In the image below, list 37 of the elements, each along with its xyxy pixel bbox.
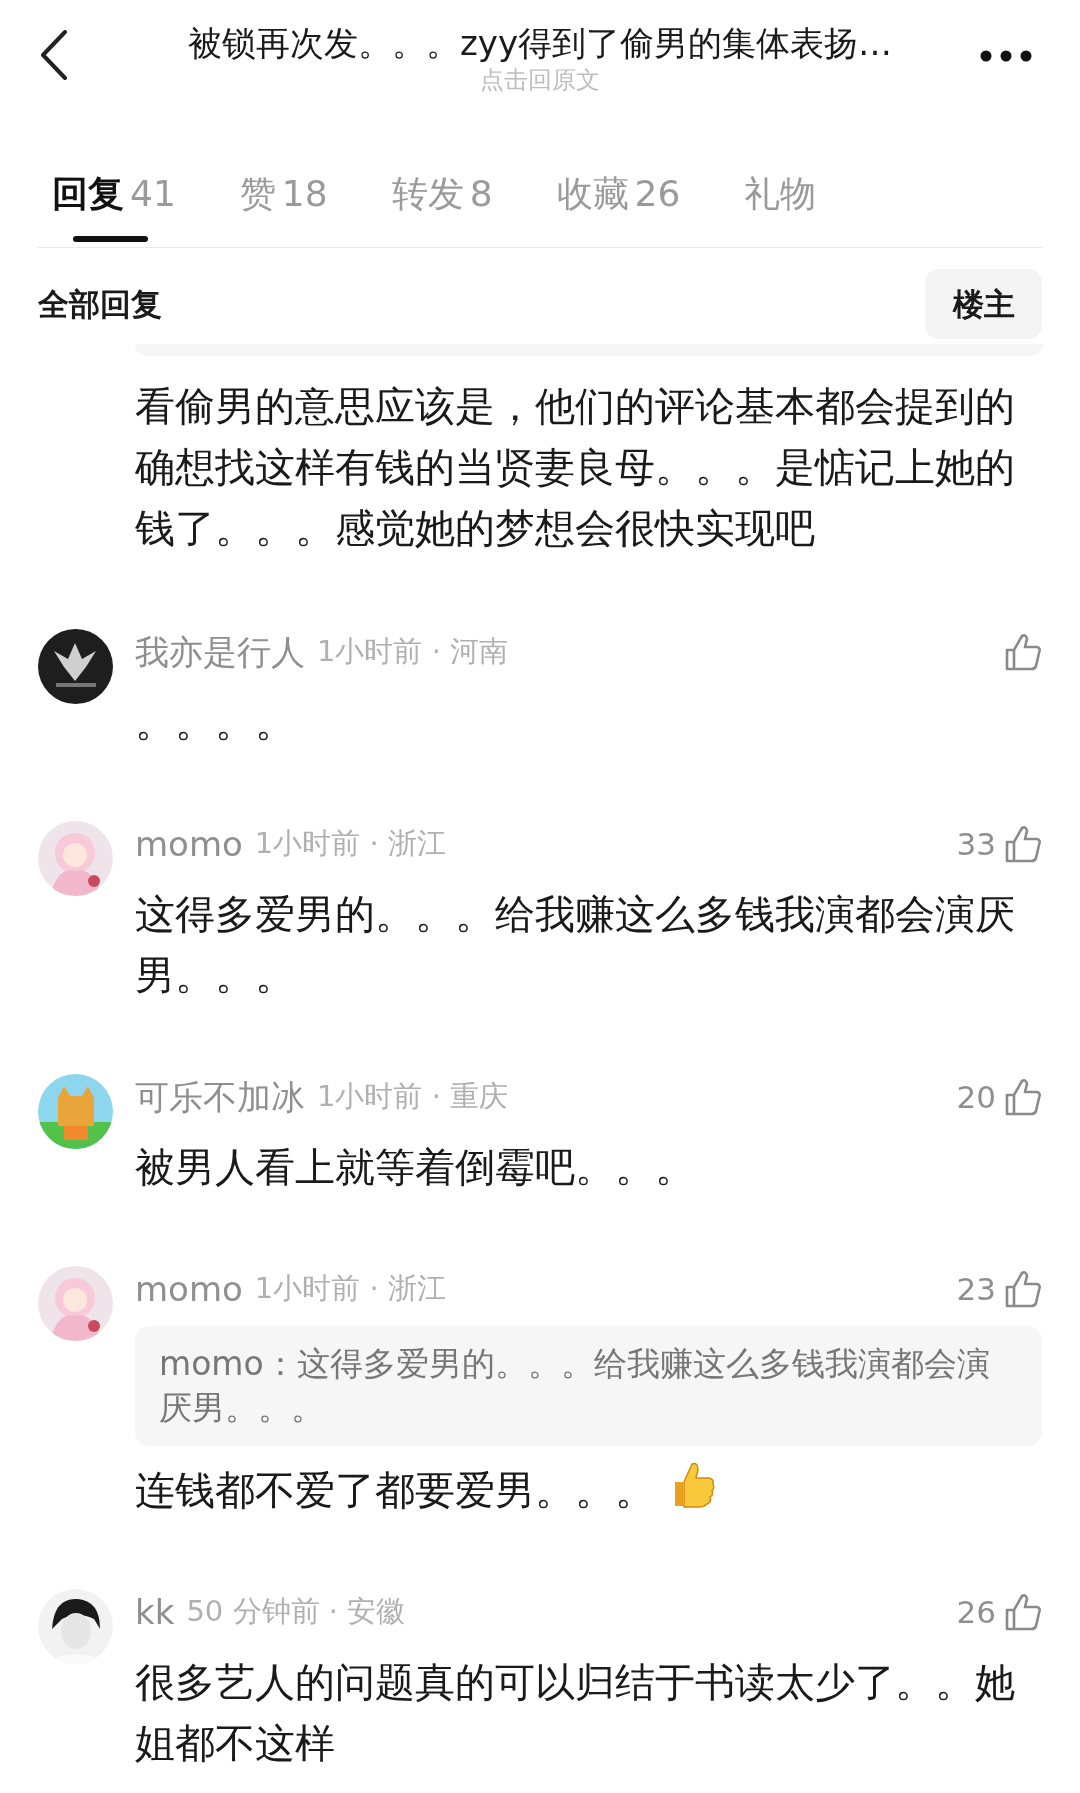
comment-meta: 1小时前 · 浙江: [254, 1270, 446, 1308]
tab[interactable]: 转发 8: [391, 172, 493, 247]
comment-text: 被男人看上就等着倒霉吧。。。: [135, 1144, 695, 1190]
back-icon[interactable]: [40, 30, 68, 80]
user-name[interactable]: 我亦是行人: [135, 629, 305, 678]
section-title: 全部回复: [38, 284, 162, 324]
tab[interactable]: 礼物: [744, 172, 817, 247]
user-name[interactable]: momo: [135, 818, 243, 870]
user-name[interactable]: 可乐不加冰: [135, 1071, 305, 1123]
tab[interactable]: 赞 18: [239, 172, 328, 247]
filter-button[interactable]: 楼主: [925, 269, 1042, 339]
like-icon[interactable]: [1004, 632, 1042, 672]
like-count: 23: [956, 1269, 996, 1309]
like-icon[interactable]: [1004, 1269, 1042, 1309]
post-title[interactable]: 被锁再次发。。。zyy得到了偷男的集体表扬…: [150, 22, 930, 64]
comment-meta: 1小时前 · 河南: [317, 633, 509, 671]
like-count: 20: [956, 1077, 996, 1117]
comment-text: 这得多爱男的。。。给我赚这么多钱我演都会演厌男。。。: [135, 891, 1015, 998]
comment-text: 。。。。: [135, 699, 295, 745]
like-count: 26: [956, 1592, 996, 1632]
comment-text: 很多艺人的问题真的可以归结于书读太少了。。她姐都不这样: [135, 1659, 1015, 1766]
like-icon[interactable]: [1004, 1592, 1042, 1632]
back-to-original-link[interactable]: 点击回原文: [465, 66, 615, 94]
comment-meta: 50 分钟前 · 安徽: [186, 1593, 406, 1631]
user-name[interactable]: kk: [135, 1586, 175, 1638]
like-icon[interactable]: [1004, 1077, 1042, 1117]
like-count: 33: [956, 824, 996, 864]
quoted-comment: momo：这得多爱男的。。。给我赚这么多钱我演都会演厌男。。。: [135, 1326, 1042, 1446]
comment-text: 看偷男的意思应该是，他们的评论基本都会提到的确想找这样有钱的当贤妻良母。。。是惦记上她的钱了。。。感觉她的梦想会很快实现吧: [135, 382, 1016, 553]
more-icon[interactable]: [980, 50, 1032, 62]
comment-meta: 1小时前 · 浙江: [254, 825, 446, 863]
like-icon[interactable]: [1004, 824, 1042, 864]
comment-meta: 1小时前 · 重庆: [317, 1078, 509, 1116]
tab[interactable]: 回复 41: [52, 172, 176, 247]
tab[interactable]: 收藏 26: [556, 172, 681, 247]
user-name[interactable]: momo: [135, 1263, 243, 1315]
comment-text: 连钱都不爱了都要爱男。。。: [135, 1467, 655, 1513]
